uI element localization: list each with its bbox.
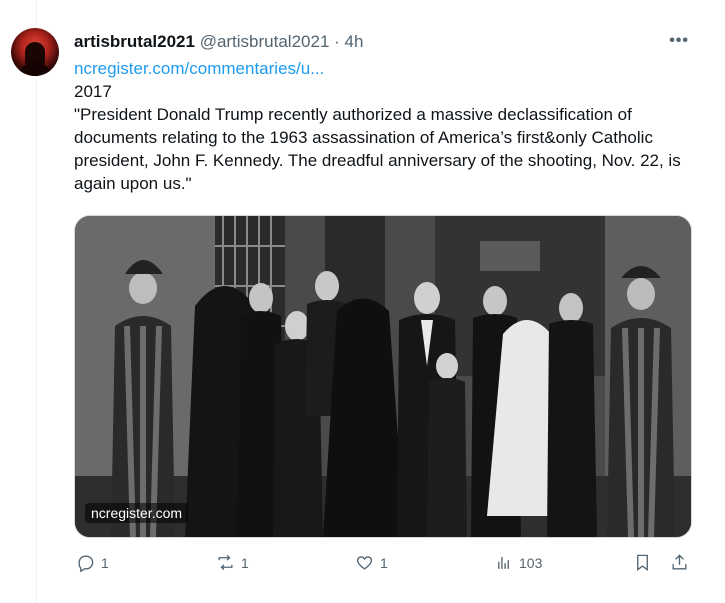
author-handle[interactable]: @artisbrutal2021 xyxy=(200,32,330,51)
post-header: artisbrutal2021 @artisbrutal2021 · 4h xyxy=(74,31,363,53)
thread-line xyxy=(36,0,37,603)
repost-button[interactable]: 1 xyxy=(216,553,249,572)
post-text: "President Donald Trump recently authori… xyxy=(74,105,681,193)
post-year: 2017 xyxy=(74,82,112,101)
more-horizontal-icon[interactable]: ••• xyxy=(669,32,689,50)
author-name[interactable]: artisbrutal2021 xyxy=(74,32,195,51)
views-count: 103 xyxy=(519,554,543,571)
bookmark-icon xyxy=(637,554,648,571)
media-source-label: ncregister.com xyxy=(85,503,189,523)
avatar[interactable] xyxy=(11,28,59,76)
group-photo xyxy=(75,216,691,537)
post-link[interactable]: ncregister.com/commentaries/u... xyxy=(74,59,324,78)
header-separator: · xyxy=(334,32,340,51)
post-image[interactable]: ncregister.com xyxy=(74,215,692,538)
action-bar: 1 1 1 103 xyxy=(76,553,690,579)
like-count: 1 xyxy=(380,554,388,571)
post-body: ncregister.com/commentaries/u... 2017 "P… xyxy=(74,57,704,195)
avatar-shoulders xyxy=(17,62,53,76)
reply-button[interactable]: 1 xyxy=(76,553,109,572)
reply-icon xyxy=(78,555,94,572)
like-button[interactable]: 1 xyxy=(355,553,388,572)
repost-count: 1 xyxy=(241,554,249,571)
share-button[interactable] xyxy=(670,553,689,572)
analytics-icon xyxy=(498,556,509,569)
reply-count: 1 xyxy=(101,554,109,571)
share-icon xyxy=(672,554,687,570)
views-button[interactable]: 103 xyxy=(494,553,542,572)
heart-icon xyxy=(356,556,373,570)
repost-icon xyxy=(218,554,233,571)
bookmark-button[interactable] xyxy=(633,553,652,572)
post-time[interactable]: 4h xyxy=(345,32,364,51)
